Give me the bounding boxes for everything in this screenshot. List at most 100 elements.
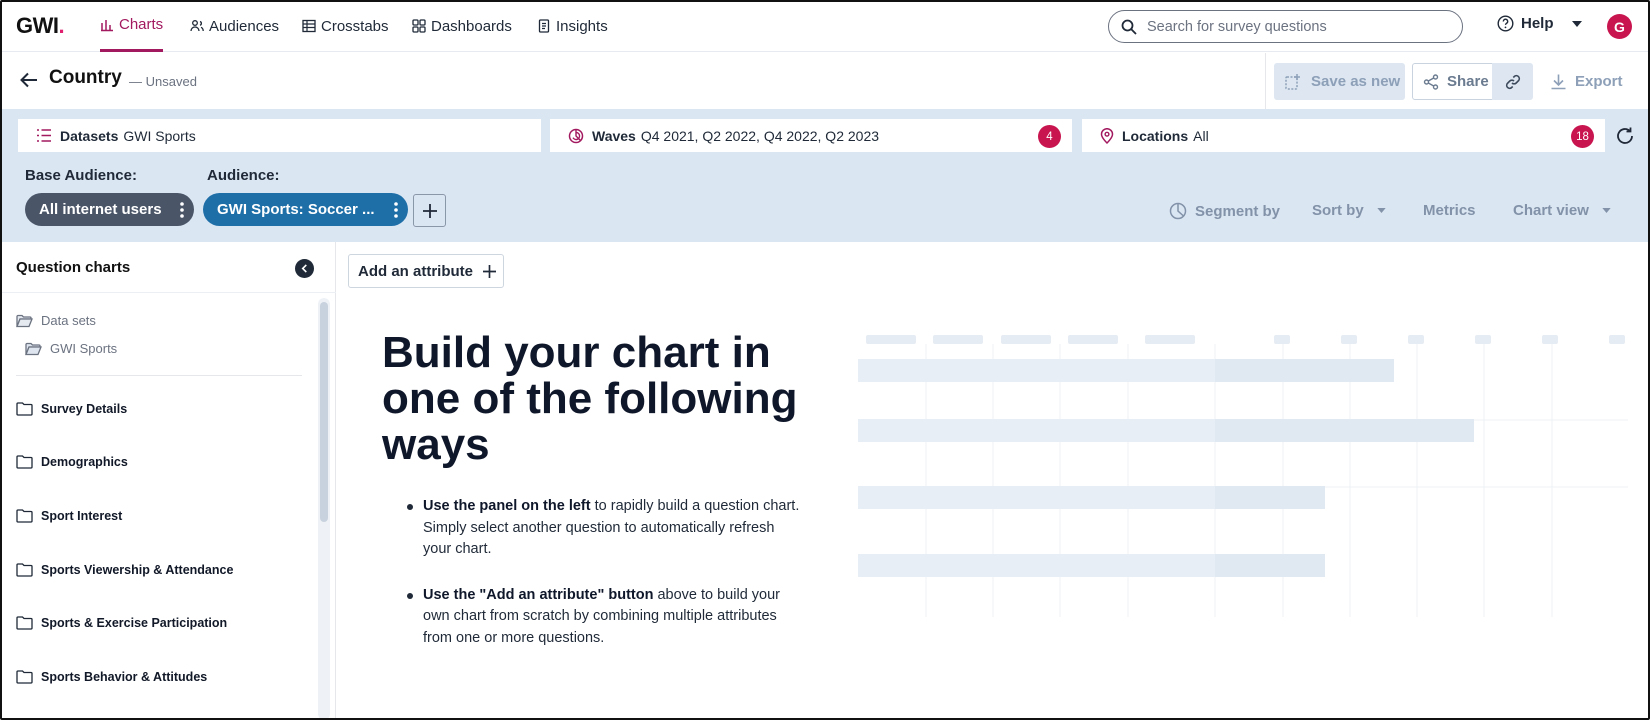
open-folder-icon [16,314,33,327]
collapse-panel-button[interactable] [295,259,314,278]
base-audience-pill[interactable]: All internet users [25,193,194,226]
folder-icon [16,670,33,684]
nav-dashboards-label: Dashboards [431,17,512,35]
metrics-button[interactable]: Metrics [1423,202,1476,219]
export-label: Export [1575,73,1623,90]
list-icon [37,129,51,142]
tip-panel: Use the panel on the left to rapidly bui… [405,496,800,561]
data-sets-folder[interactable]: Data sets [16,313,96,328]
data-sets-label: Data sets [41,313,96,328]
export-button[interactable]: Export [1550,63,1623,100]
folder-icon [16,563,33,577]
category-sports-behavior[interactable]: Sports Behavior & Attitudes [16,670,207,684]
category-label: Survey Details [41,402,128,416]
caret-down-icon [1377,208,1386,213]
metrics-label: Metrics [1423,202,1476,219]
category-demographics[interactable]: Demographics [16,455,128,469]
base-audience-pill-label: All internet users [39,201,162,218]
unsaved-status: — Unsaved [129,74,197,89]
category-sports-viewership[interactable]: Sports Viewership & Attendance [16,563,233,577]
filter-band: Datasets GWI Sports Waves Q4 2021, Q2 20… [0,109,1650,242]
help-label: Help [1521,15,1554,32]
waves-filter[interactable]: Waves Q4 2021, Q2 2022, Q4 2022, Q2 2023… [550,119,1072,152]
open-folder-icon [25,342,42,355]
folder-icon [16,616,33,630]
nav-crosstabs[interactable]: Crosstabs [302,0,389,52]
caret-down-icon [1602,208,1611,213]
locations-value: All [1193,127,1209,144]
user-avatar[interactable]: G [1607,14,1632,39]
category-sports-participation[interactable]: Sports & Exercise Participation [16,616,227,630]
bar-chart-icon [101,19,113,31]
back-arrow-icon[interactable] [20,72,38,88]
toolbar-divider [1265,53,1266,109]
dashboard-icon [412,19,426,33]
tip-add-attribute-bold: Use the "Add an attribute" button [423,586,654,603]
waves-label: Waves [592,127,636,144]
scrollbar-thumb[interactable] [320,302,328,522]
waves-icon [568,128,584,143]
save-copy-icon [1285,73,1300,90]
empty-state-tips: Use the panel on the left to rapidly bui… [405,496,800,673]
add-audience-button[interactable] [413,194,446,227]
nav-charts-label: Charts [119,16,164,33]
category-sport-interest[interactable]: Sport Interest [16,509,122,523]
segment-by-label: Segment by [1195,202,1281,220]
search-box[interactable] [1108,10,1463,43]
panel-title: Question charts [16,259,131,276]
audience-label: Audience: [207,167,280,184]
dataset-item[interactable]: GWI Sports [25,341,117,356]
segment-by-button[interactable]: Segment by [1169,202,1280,220]
folder-icon [16,509,33,523]
category-survey-details[interactable]: Survey Details [16,402,127,416]
chart-view-button[interactable]: Chart view [1513,202,1611,219]
refresh-icon[interactable] [1615,126,1635,146]
category-label: Sports Behavior & Attitudes [41,670,208,684]
location-pin-icon [1100,127,1114,144]
download-icon [1551,74,1566,90]
more-options-icon[interactable] [180,202,184,218]
nav-crosstabs-label: Crosstabs [321,17,389,35]
nav-charts[interactable]: Charts [100,0,164,52]
sort-by-button[interactable]: Sort by [1312,202,1386,219]
chart-title[interactable]: Country [49,67,122,89]
nav-dashboards[interactable]: Dashboards [412,0,512,52]
category-label: Demographics [41,455,128,469]
gwi-logo[interactable]: GWI. [16,13,65,39]
locations-filter[interactable]: Locations All 18 [1082,119,1605,152]
tip-add-attribute: Use the "Add an attribute" button above … [405,585,800,650]
chevron-left-icon [301,264,307,273]
waves-count-badge: 4 [1038,125,1061,148]
chart-title-bar: Country — Unsaved Save as new Share Expo… [0,53,1650,109]
folder-divider [16,375,302,376]
datasets-value: GWI Sports [123,127,196,144]
nav-insights-label: Insights [556,17,608,35]
sort-by-label: Sort by [1312,202,1364,219]
caret-down-icon [1571,20,1582,27]
nav-insights[interactable]: Insights [537,0,608,52]
pie-chart-icon [1169,202,1187,220]
tip-panel-bold: Use the panel on the left [423,498,591,514]
base-audience-label: Base Audience: [25,167,137,184]
more-options-icon[interactable] [394,202,398,218]
audience-pill[interactable]: GWI Sports: Soccer ... [203,193,408,226]
help-menu[interactable]: Help [1497,15,1582,32]
copy-link-button[interactable] [1492,63,1533,100]
plus-icon [422,203,437,218]
locations-count-badge: 18 [1571,125,1594,148]
empty-state-headline: Build your chart in one of the following… [382,328,798,469]
nav-audiences[interactable]: Audiences [190,0,279,52]
datasets-filter[interactable]: Datasets GWI Sports [18,119,541,152]
share-icon [1423,73,1439,90]
link-icon [1505,74,1520,89]
panel-divider [0,292,336,293]
save-as-new-button[interactable]: Save as new [1274,63,1405,100]
add-attribute-button[interactable]: Add an attribute [348,254,504,288]
plus-icon [483,264,496,278]
nav-audiences-label: Audiences [209,17,280,35]
audience-pill-label: GWI Sports: Soccer ... [217,201,375,218]
dataset-item-label: GWI Sports [50,341,118,356]
folder-icon [16,402,33,416]
share-button[interactable]: Share [1412,63,1493,100]
search-input[interactable] [1147,18,1447,35]
